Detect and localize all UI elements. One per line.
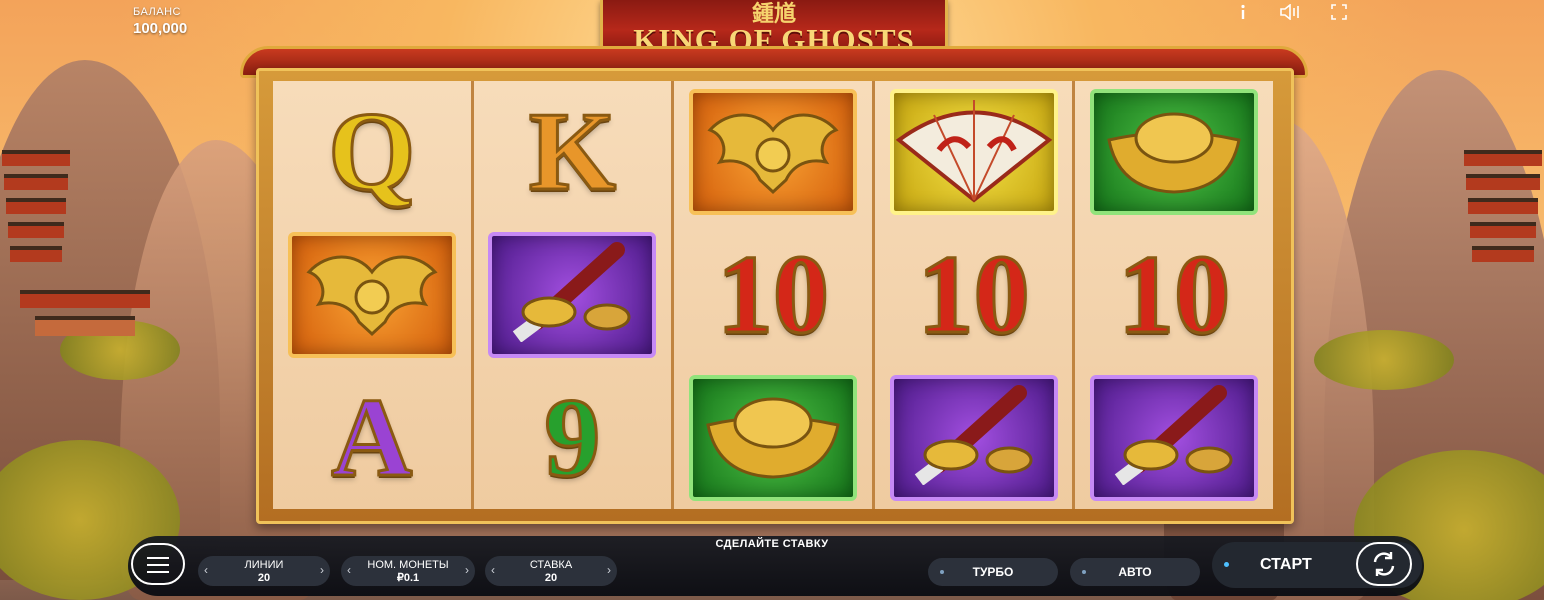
bet-increase-icon[interactable]: › xyxy=(607,564,611,577)
reel-1-row-1-cell: Q xyxy=(286,88,458,216)
sound-icon[interactable] xyxy=(1278,3,1304,24)
coin-decrease-icon[interactable]: ‹ xyxy=(347,564,351,577)
fullscreen-icon[interactable] xyxy=(1326,4,1352,24)
auto-button[interactable]: АВТО xyxy=(1070,558,1200,586)
top-toolbar xyxy=(1230,3,1352,24)
turbo-button[interactable]: ТУРБО xyxy=(928,558,1058,586)
reel-2-row-1-cell: K xyxy=(486,88,658,216)
reel-5-row-1-cell xyxy=(1088,88,1260,216)
spin-arrows-icon xyxy=(1373,552,1395,576)
balance-value: 100,000 xyxy=(133,20,188,37)
left-pagoda xyxy=(0,150,72,270)
reel-4: 10 xyxy=(874,81,1073,509)
golden-bat-icon xyxy=(698,100,848,205)
reel-3-row-1-cell xyxy=(687,88,859,216)
balance-display: БАЛАНС 100,000 xyxy=(133,6,187,37)
golden-bat-icon xyxy=(297,242,447,347)
auto-indicator-icon xyxy=(1082,570,1086,574)
start-label: СТАРТ xyxy=(1260,556,1312,573)
reel-4-row-1-cell xyxy=(888,88,1060,216)
reel-2-row-2-cell xyxy=(486,231,658,359)
reel-grid: Q A K 9 10 10 10 xyxy=(273,81,1273,509)
left-temple xyxy=(20,290,150,344)
reel-1: QA xyxy=(273,81,471,509)
reel-5: 10 xyxy=(1075,81,1273,509)
balance-label: БАЛАНС xyxy=(133,6,181,18)
bet-decrease-icon[interactable]: ‹ xyxy=(491,564,495,577)
letter-symbol-K: K xyxy=(527,90,617,215)
turbo-indicator-icon xyxy=(940,570,944,574)
fan-symbol xyxy=(889,89,1058,216)
letter-symbol-Q: Q xyxy=(327,90,417,215)
letter-symbol-10: 10 xyxy=(1117,232,1232,357)
fan-icon xyxy=(894,95,1054,210)
sword-icon xyxy=(899,385,1049,490)
reel-3-row-3-cell xyxy=(687,374,859,502)
letter-symbol-10: 10 xyxy=(715,232,830,357)
lines-value: 20 xyxy=(257,572,271,584)
letter-symbol-10: 10 xyxy=(916,232,1031,357)
menu-button[interactable] xyxy=(131,543,185,585)
sword-symbol xyxy=(488,231,657,358)
sword-symbol xyxy=(889,374,1058,501)
reel-2: K9 xyxy=(473,81,672,509)
coin-value-selector[interactable]: ‹ НОМ. МОНЕТЫ ₽0.1 › xyxy=(341,556,475,586)
reel-1-row-3-cell: A xyxy=(286,374,458,502)
coin-increase-icon[interactable]: › xyxy=(465,564,469,577)
gold-ingot-symbol xyxy=(688,374,857,501)
turbo-label: ТУРБО xyxy=(972,565,1014,579)
reel-4-row-3-cell xyxy=(888,374,1060,502)
bet-value: 20 xyxy=(544,572,558,584)
gold-ingot-icon xyxy=(698,385,848,490)
golden-bat-symbol xyxy=(688,89,857,216)
reel-5-row-2-cell: 10 xyxy=(1088,231,1260,359)
info-icon[interactable] xyxy=(1230,4,1256,24)
gold-ingot-icon xyxy=(1099,100,1249,205)
gold-ingot-symbol xyxy=(1090,89,1259,216)
reel-3-row-2-cell: 10 xyxy=(687,231,859,359)
coin-label: НОМ. МОНЕТЫ xyxy=(367,559,449,571)
reel-1-row-2-cell xyxy=(286,231,458,359)
reel-frame: Q A K 9 10 10 10 xyxy=(256,68,1294,524)
letter-symbol-A: A xyxy=(330,375,414,500)
letter-symbol-9: 9 xyxy=(543,375,602,500)
auto-label: АВТО xyxy=(1118,565,1152,579)
reel-5-row-3-cell xyxy=(1088,374,1260,502)
sword-icon xyxy=(497,242,647,347)
right-pagoda xyxy=(1462,150,1544,270)
start-indicator-icon xyxy=(1224,562,1229,567)
reel-2-row-3-cell: 9 xyxy=(486,374,658,502)
lines-increase-icon[interactable]: › xyxy=(320,564,324,577)
lines-decrease-icon[interactable]: ‹ xyxy=(204,564,208,577)
reel-3: 10 xyxy=(674,81,872,509)
reel-4-row-2-cell: 10 xyxy=(888,231,1060,359)
lines-label: ЛИНИИ xyxy=(244,559,284,571)
sword-symbol xyxy=(1090,374,1259,501)
lines-selector[interactable]: ‹ ЛИНИИ 20 › xyxy=(198,556,330,586)
golden-bat-symbol xyxy=(287,231,456,358)
sword-icon xyxy=(1099,385,1249,490)
coin-value: ₽0.1 xyxy=(396,572,420,584)
bet-label: СТАВКА xyxy=(529,559,573,571)
bet-selector[interactable]: ‹ СТАВКА 20 › xyxy=(485,556,617,586)
spin-button[interactable] xyxy=(1356,542,1412,586)
